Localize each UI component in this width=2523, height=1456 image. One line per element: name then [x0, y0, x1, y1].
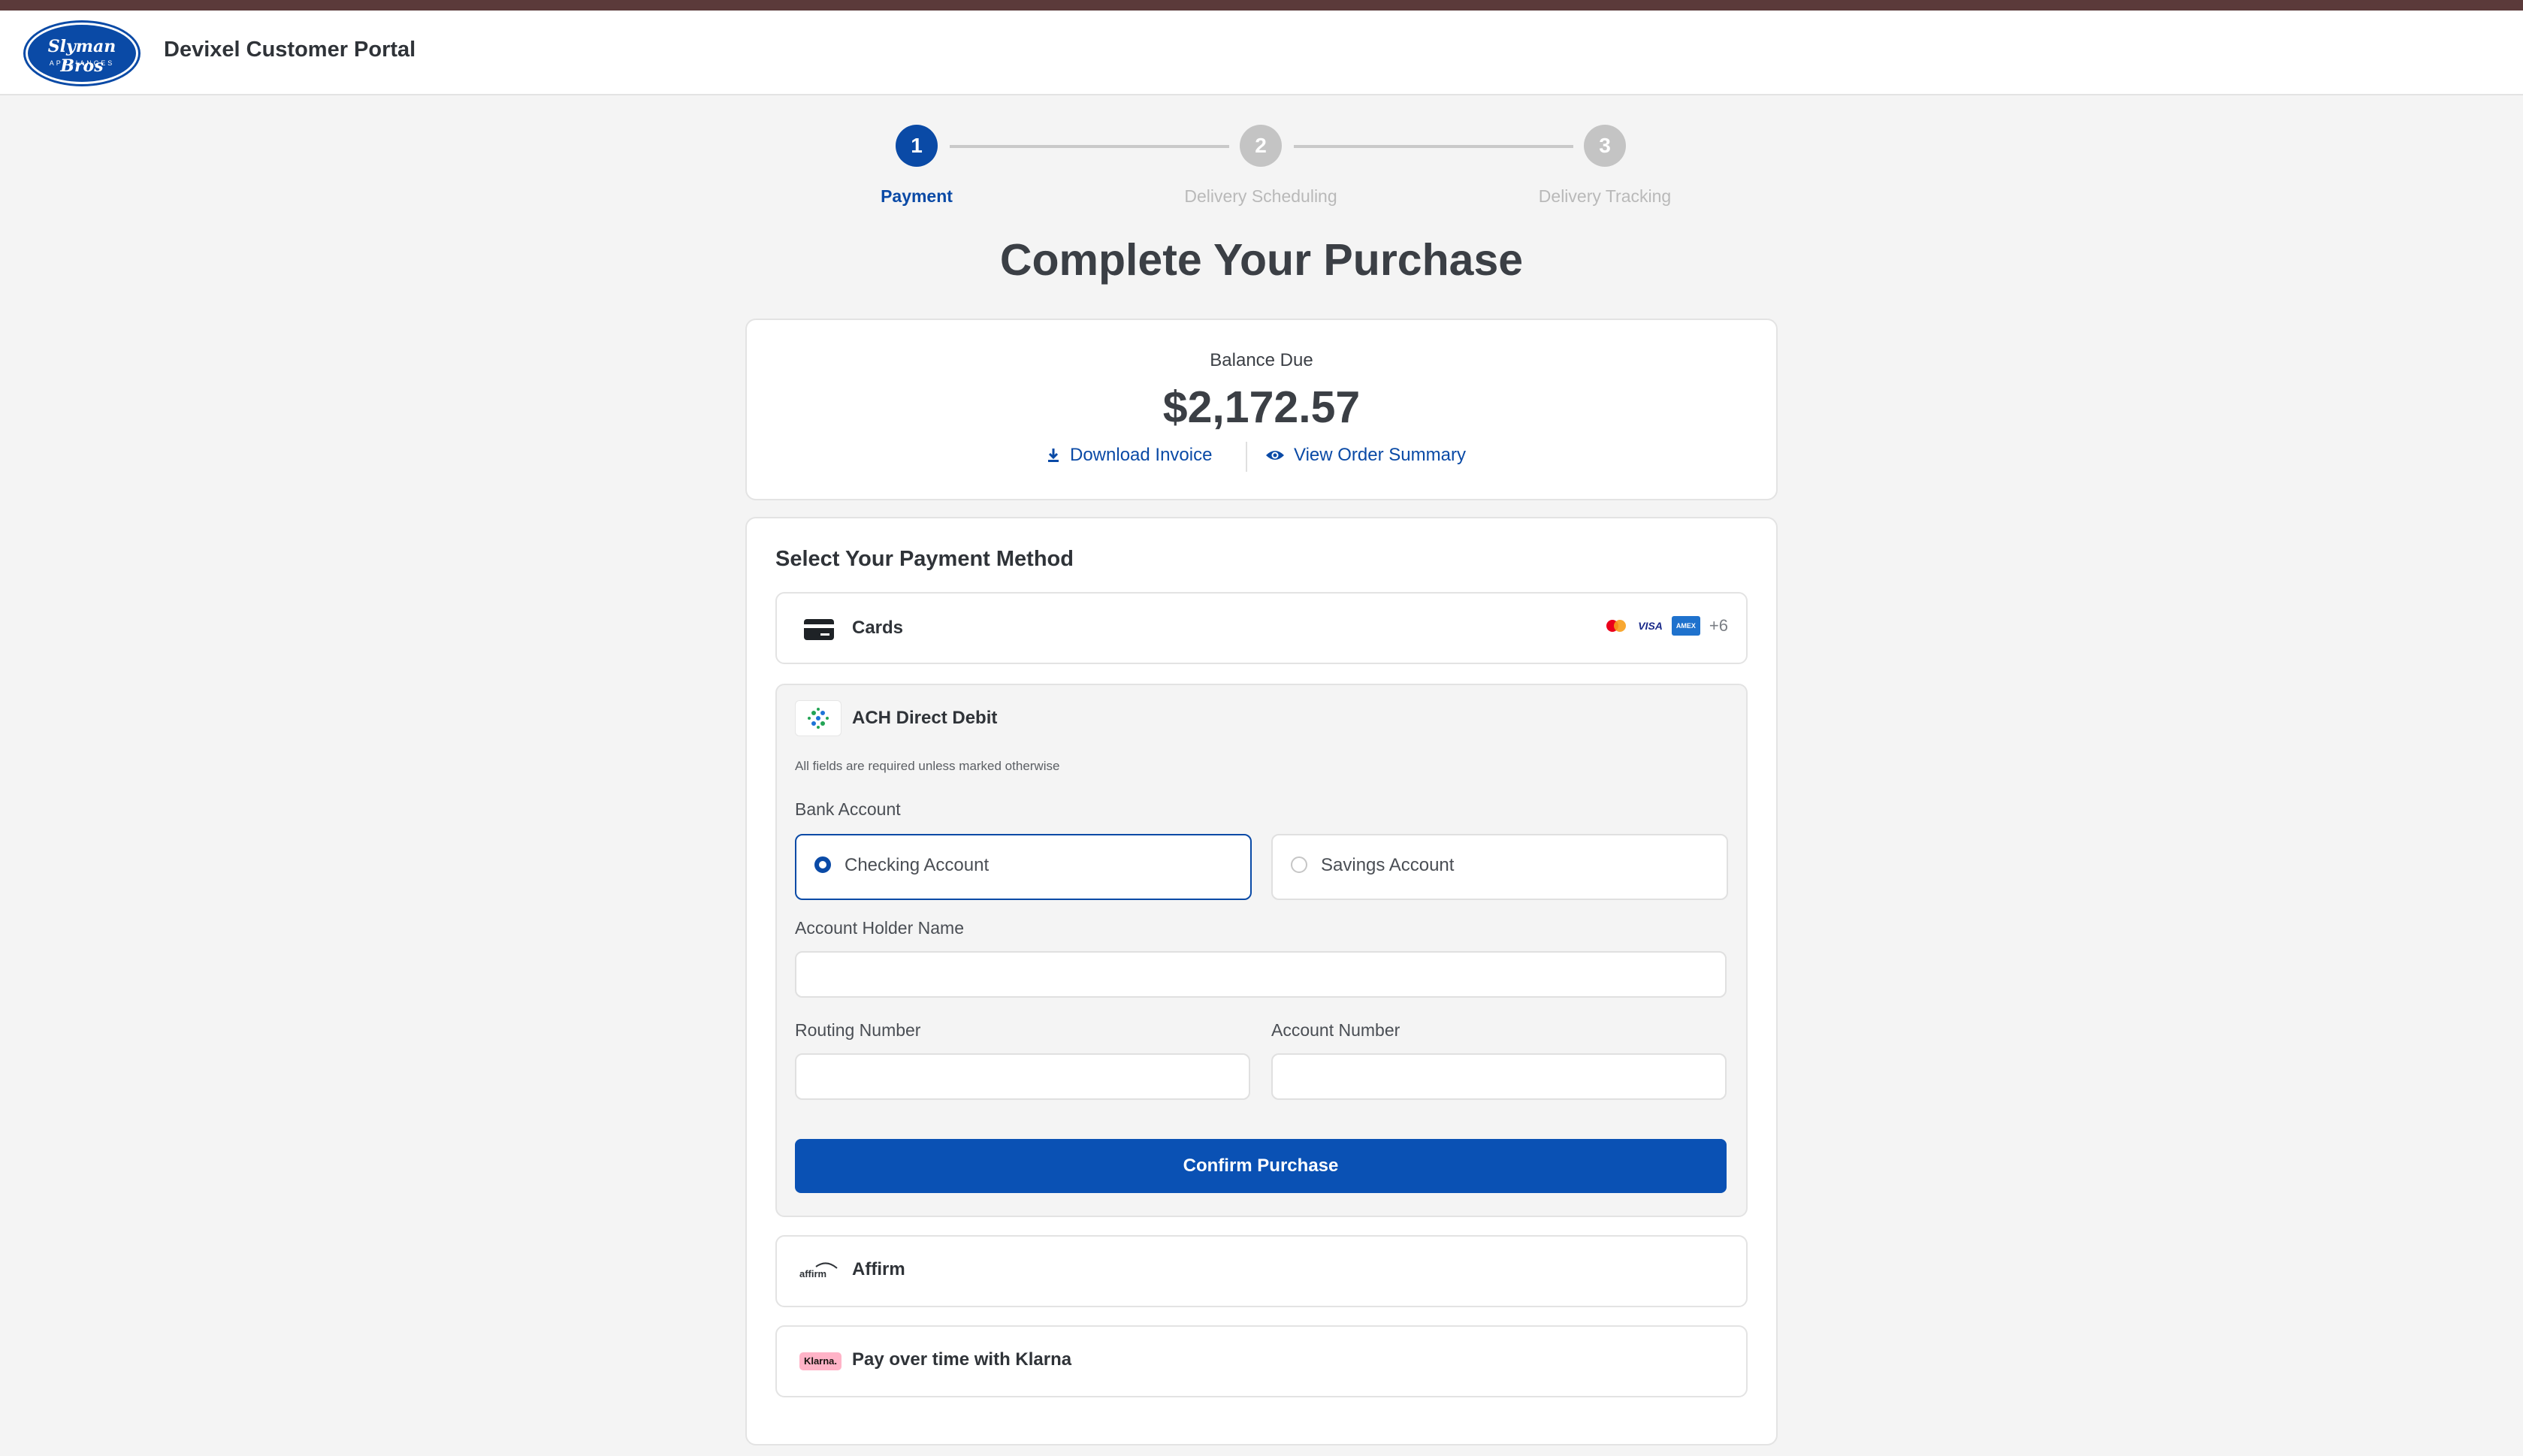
ach-label: ACH Direct Debit — [852, 708, 998, 728]
routing-number-label: Routing Number — [795, 1020, 921, 1040]
ach-logo-icon — [795, 700, 842, 736]
payment-method-heading: Select Your Payment Method — [775, 547, 1074, 571]
payment-option-cards[interactable]: Cards VISA AMEX +6 — [775, 592, 1748, 664]
savings-account-label: Savings Account — [1321, 855, 1455, 875]
view-order-summary-label: View Order Summary — [1294, 445, 1466, 465]
payment-option-affirm[interactable]: affirm Affirm — [775, 1235, 1748, 1307]
bank-account-label: Bank Account — [795, 799, 901, 819]
savings-account-radio[interactable]: Savings Account — [1271, 834, 1728, 900]
account-number-label: Account Number — [1271, 1020, 1400, 1040]
logo-script-text: Slyman Bros — [47, 37, 116, 76]
step-2-label: Delivery Scheduling — [1184, 186, 1337, 206]
account-number-input[interactable] — [1271, 1053, 1727, 1100]
mastercard-icon — [1605, 618, 1629, 633]
visa-icon: VISA — [1638, 620, 1663, 632]
step-3-label: Delivery Tracking — [1538, 186, 1672, 206]
step-2-circle: 2 — [1240, 125, 1282, 167]
payment-method-card: Select Your Payment Method Cards VISA AM… — [745, 517, 1778, 1445]
top-accent-stripe — [0, 0, 2523, 11]
klarna-label: Pay over time with Klarna — [852, 1349, 1072, 1370]
affirm-logo-icon: affirm — [799, 1259, 842, 1282]
logo-subtitle: APPLIANCES — [49, 59, 115, 67]
amex-icon: AMEX — [1671, 616, 1700, 636]
balance-actions: Download Invoice View Order Summary — [747, 442, 1776, 475]
confirm-purchase-button[interactable]: Confirm Purchase — [795, 1139, 1727, 1193]
download-invoice-label: Download Invoice — [1070, 445, 1213, 465]
slyman-bros-logo[interactable]: Slyman Bros APPLIANCES — [26, 23, 138, 84]
balance-card: Balance Due $2,172.57 Download Invoice V… — [745, 319, 1778, 500]
view-order-summary-link[interactable]: View Order Summary — [1265, 445, 1466, 466]
step-connector-2-3 — [1294, 145, 1573, 148]
savings-radio-indicator — [1291, 856, 1307, 873]
routing-number-input[interactable] — [795, 1053, 1250, 1100]
portal-title: Devixel Customer Portal — [164, 38, 416, 62]
balance-due-amount: $2,172.57 — [1162, 382, 1361, 432]
step-3-circle: 3 — [1584, 125, 1626, 167]
page-title: Complete Your Purchase — [999, 235, 1524, 285]
more-card-brands-count: +6 — [1709, 616, 1728, 635]
klarna-logo-icon: Klarna. — [799, 1352, 842, 1370]
step-1-label: Payment — [881, 186, 953, 206]
step-1-circle: 1 — [896, 125, 938, 167]
download-invoice-link[interactable]: Download Invoice — [1046, 445, 1212, 466]
portal-header: Slyman Bros APPLIANCES Devixel Customer … — [0, 11, 2523, 95]
checking-account-label: Checking Account — [845, 855, 990, 875]
checking-radio-indicator — [814, 856, 831, 873]
payment-option-klarna[interactable]: Klarna. Pay over time with Klarna — [775, 1325, 1748, 1397]
required-fields-note: All fields are required unless marked ot… — [795, 759, 1060, 773]
payment-option-ach[interactable]: ACH Direct Debit All fields are required… — [775, 684, 1748, 1217]
eye-icon — [1266, 451, 1284, 460]
step-connector-1-2 — [950, 145, 1229, 148]
credit-card-icon — [804, 619, 834, 640]
account-holder-name-label: Account Holder Name — [795, 918, 964, 938]
card-brand-badges: VISA AMEX +6 — [1605, 616, 1728, 636]
account-holder-name-input[interactable] — [795, 951, 1727, 998]
balance-due-label: Balance Due — [1210, 350, 1313, 370]
affirm-logo-text: affirm — [799, 1268, 826, 1279]
links-divider — [1246, 442, 1247, 472]
download-icon — [1048, 449, 1059, 462]
affirm-label: Affirm — [852, 1259, 905, 1279]
cards-label: Cards — [852, 618, 904, 638]
checking-account-radio[interactable]: Checking Account — [795, 834, 1252, 900]
checkout-stepper: 1 2 3 Payment Delivery Scheduling Delive… — [826, 120, 1698, 218]
